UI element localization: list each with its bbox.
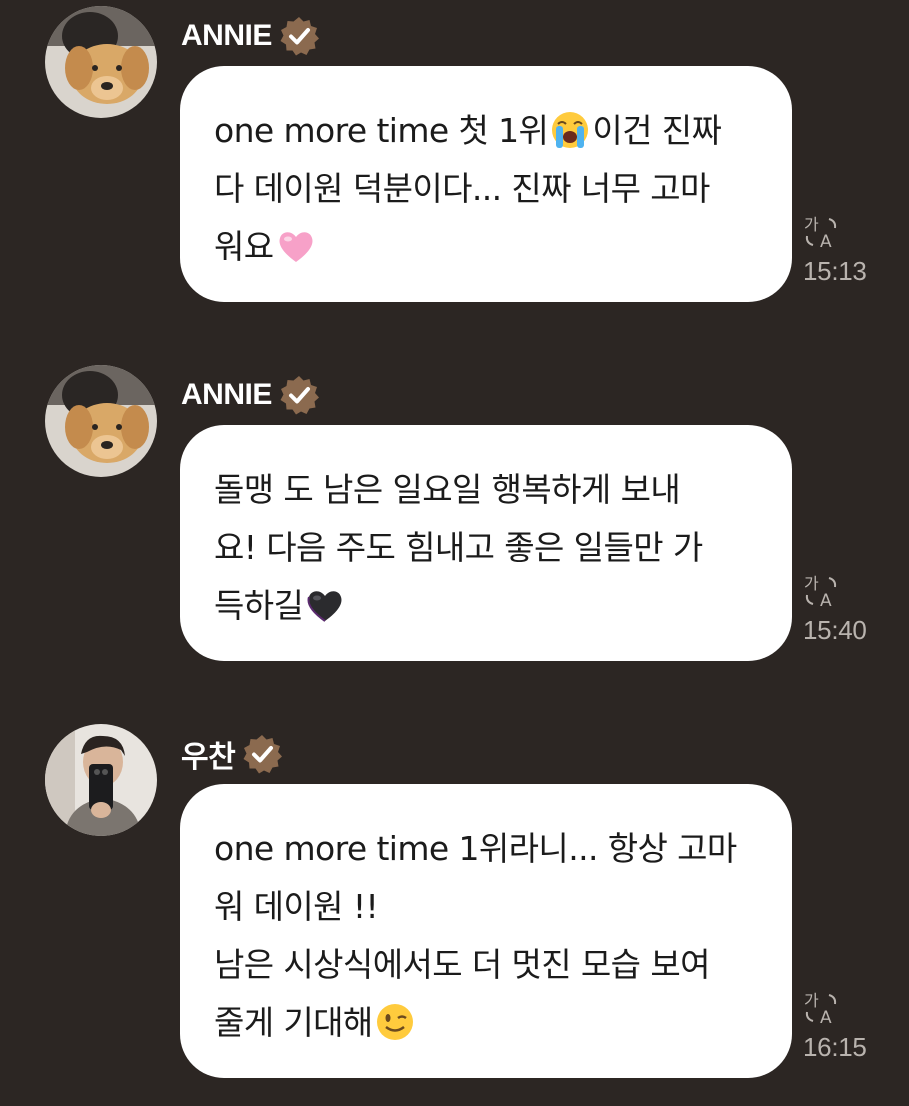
message-line: 돌맹 도 남은 일요일 행복하게 보내 [214,470,681,509]
mirror-selfie-avatar-image [45,724,157,836]
svg-text:가: 가 [804,215,819,234]
message-line: 줄게 기대해 [214,994,762,1052]
avatar[interactable] [45,724,157,836]
message-text: 워요 [214,227,274,266]
sender-name-row: ANNIE [181,14,320,58]
message-line: one more time 1위라니... 항상 고마 [214,829,737,868]
avatar[interactable] [45,365,157,477]
message-meta: 가 A 15:40 [803,573,883,646]
message-meta: 가 A 15:13 [803,214,883,287]
sender-name-row: 우찬 [181,732,283,776]
message-text: one more time 첫 1위 [214,111,549,150]
message-text: 득하길 [214,586,304,625]
message-bubble[interactable]: 돌맹 도 남은 일요일 행복하게 보내 요! 다음 주도 힘내고 좋은 일들만 … [180,425,792,661]
verified-badge-icon [280,17,319,56]
verified-badge-icon [243,735,283,774]
svg-text:A: A [820,232,832,250]
svg-text:A: A [820,1008,832,1026]
sender-name: ANNIE [181,19,272,52]
svg-text:가: 가 [804,574,819,593]
message-line: 남은 시상식에서도 더 멋진 모습 보여 [214,945,710,984]
message-text: 이건 진짜 [592,111,722,150]
puppy-avatar-image [45,6,157,118]
message-line: 득하길 [214,577,762,635]
svg-text:A: A [820,591,832,609]
message-meta: 가 A 16:15 [803,990,883,1063]
loudly-crying-face-icon [552,112,589,148]
message-bubble[interactable]: one more time 1위라니... 항상 고마 워 데이원 !! 남은 … [180,784,792,1078]
svg-text:가: 가 [804,991,819,1010]
message-line: one more time 첫 1위 이건 진짜 [214,102,762,160]
sender-name: ANNIE [181,378,272,411]
verified-badge-icon [280,376,319,415]
winking-face-icon [376,1004,413,1040]
translate-icon[interactable]: 가 A [803,214,841,250]
message-line: 다 데이원 덕분이다... 진짜 너무 고마 [214,169,710,208]
message-timestamp: 15:40 [803,615,867,645]
message-line: 요! 다음 주도 힘내고 좋은 일들만 가 [214,528,703,567]
message-text: 줄게 기대해 [214,1003,373,1042]
message-line: 워 데이원 !! [214,887,379,926]
translate-icon[interactable]: 가 A [803,573,841,609]
puppy-avatar-image [45,365,157,477]
avatar[interactable] [45,6,157,118]
message-timestamp: 16:15 [803,1032,867,1062]
sender-name: 우찬 [181,741,236,774]
translate-icon[interactable]: 가 A [803,990,841,1026]
message-bubble[interactable]: one more time 첫 1위 이건 진짜 다 데이원 덕분이다... 진짜… [180,66,792,302]
message-line: 워요 [214,218,762,276]
black-heart-icon [307,591,342,622]
sender-name-row: ANNIE [181,373,320,417]
message-timestamp: 15:13 [803,256,867,286]
pink-heart-icon [279,232,313,262]
